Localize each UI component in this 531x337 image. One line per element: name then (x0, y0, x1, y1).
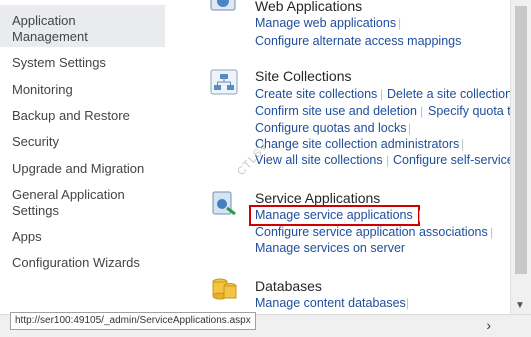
link-separator: | (461, 137, 465, 151)
nav-item-configuration-wizards[interactable]: Configuration Wizards (12, 255, 140, 271)
service-applications-title: Service Applications (255, 190, 381, 206)
service-applications-icon (209, 188, 239, 218)
nav-item-apps[interactable]: Apps (12, 229, 42, 245)
link-separator: | (398, 16, 402, 30)
status-url-tooltip: http://ser100:49105/_admin/ServiceApplic… (10, 312, 256, 330)
link-separator: | (406, 296, 410, 310)
manage-services-on-server-link[interactable]: Manage services on server (255, 241, 405, 255)
link-separator: | (380, 87, 384, 101)
nav-item-backup-restore[interactable]: Backup and Restore (12, 108, 130, 124)
nav-item-general-application-settings[interactable]: General Application Settings (12, 187, 125, 219)
databases-title: Databases (255, 278, 322, 294)
link-separator: | (408, 121, 412, 135)
vertical-scrollbar[interactable]: ▼ (510, 0, 531, 315)
left-navigation: Application Management System Settings M… (0, 0, 190, 315)
link-separator: | (490, 225, 494, 239)
web-applications-icon (209, 0, 239, 16)
manage-content-databases-link[interactable]: Manage content databases (255, 296, 406, 310)
scroll-down-arrow-icon[interactable]: ▼ (515, 300, 525, 311)
manage-service-applications-link[interactable]: Manage service applications (255, 208, 413, 222)
link-separator: | (420, 104, 424, 118)
manage-web-applications-link[interactable]: Manage web applications (255, 16, 396, 30)
nav-item-security[interactable]: Security (12, 134, 59, 150)
nav-item-upgrade-migration[interactable]: Upgrade and Migration (12, 161, 144, 177)
configure-service-application-associations-link[interactable]: Configure service application associatio… (255, 225, 488, 239)
link-separator: | (418, 208, 422, 222)
nav-item-system-settings[interactable]: System Settings (12, 55, 106, 71)
web-applications-title: Web Applications (255, 0, 363, 14)
site-collections-title: Site Collections (255, 68, 352, 84)
change-site-collection-administrators-link[interactable]: Change site collection administrators (255, 137, 459, 151)
specify-quota-link[interactable]: Specify quota t (428, 104, 511, 118)
delete-site-collection-link[interactable]: Delete a site collection (387, 87, 511, 101)
configure-alternate-access-mappings-link[interactable]: Configure alternate access mappings (255, 34, 461, 48)
scroll-right-arrow-icon[interactable]: › (486, 317, 491, 333)
configure-self-service-link[interactable]: Configure self-service (393, 153, 511, 167)
view-all-site-collections-link[interactable]: View all site collections (255, 153, 383, 167)
confirm-site-use-deletion-link[interactable]: Confirm site use and deletion (255, 104, 417, 118)
nav-item-monitoring[interactable]: Monitoring (12, 82, 73, 98)
main-content: Web Applications Manage web applications… (195, 0, 511, 315)
link-separator: | (386, 153, 390, 167)
create-site-collections-link[interactable]: Create site collections (255, 87, 377, 101)
configure-quotas-locks-link[interactable]: Configure quotas and locks (255, 121, 406, 135)
nav-item-application-management[interactable]: Application Management (12, 13, 88, 45)
site-collections-icon (209, 67, 239, 97)
databases-icon (209, 274, 239, 304)
vertical-scrollbar-thumb[interactable] (515, 6, 527, 274)
